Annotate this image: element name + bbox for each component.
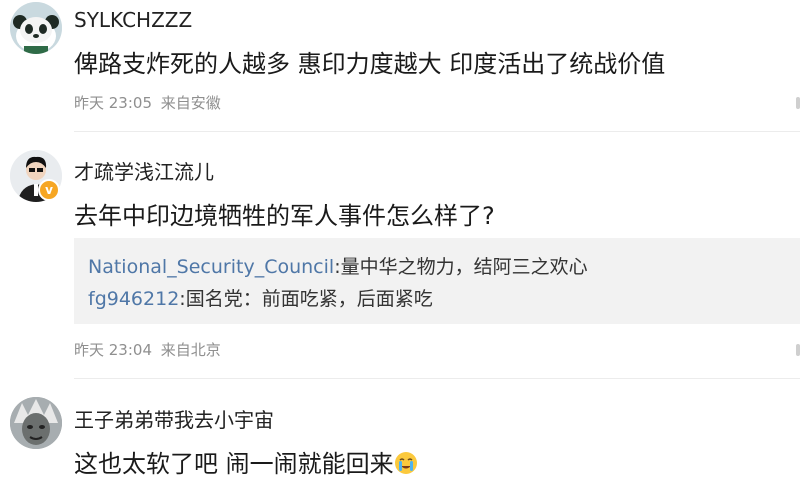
- reply-item[interactable]: fg946212:国名党：前面吃紧，后面紧吃: [88, 284, 433, 311]
- comment-location: 来自北京: [160, 341, 221, 359]
- reply-item[interactable]: National_Security_Council:量中华之物力，结阿三之欢心: [88, 252, 588, 279]
- divider: [74, 131, 800, 132]
- comment-text: 去年中印边境牺牲的军人事件怎么样了?: [74, 202, 495, 230]
- scroll-edge-mark: [796, 97, 800, 109]
- comment-meta: 昨天 23:05 来自安徽: [74, 92, 225, 113]
- comment-time: 昨天 23:04: [74, 341, 152, 359]
- comment-text: 俾路支炸死的人越多 惠印力度越大 印度活出了统战价值: [74, 50, 666, 78]
- comment-time: 昨天 23:05: [74, 94, 152, 112]
- username[interactable]: 王子弟弟带我去小宇宙: [74, 404, 274, 433]
- comment-meta: 昨天 23:04 来自北京: [74, 339, 225, 360]
- avatar[interactable]: [10, 397, 62, 449]
- reply-username[interactable]: National_Security_Council: [88, 256, 334, 278]
- reply-box[interactable]: National_Security_Council:量中华之物力，结阿三之欢心 …: [74, 238, 800, 324]
- reply-text: 量中华之物力，结阿三之欢心: [340, 256, 588, 278]
- comment-location: 来自安徽: [160, 94, 221, 112]
- panda-avatar-icon: [10, 2, 62, 54]
- avatar[interactable]: [10, 2, 62, 54]
- scroll-edge-mark: [796, 344, 800, 356]
- crying-emoji-icon: [394, 452, 417, 474]
- username[interactable]: SYLKCHZZZ: [74, 8, 192, 32]
- username[interactable]: 才疏学浅江流儿: [74, 156, 214, 185]
- reply-username[interactable]: fg946212: [88, 288, 179, 310]
- verified-badge-icon: v: [38, 179, 60, 201]
- monster-avatar-icon: [10, 397, 62, 449]
- reply-text: 国名党：前面吃紧，后面紧吃: [185, 288, 433, 310]
- divider: [74, 378, 800, 379]
